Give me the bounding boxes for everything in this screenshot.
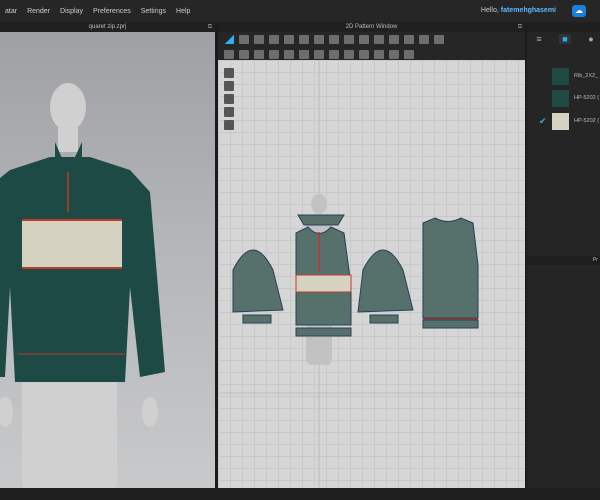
2d-window-title: 2D Pattern Window <box>345 24 398 30</box>
object-browser-panel: ≡ ■ ● Rib_2X2_ HP-5202 ( ✔ HP-5202 ( Pr <box>527 22 600 488</box>
menu-avatar[interactable]: atar <box>0 8 22 15</box>
back-body <box>422 217 479 319</box>
3d-garment-window: quaret zip.zprj ⧉ <box>0 22 215 492</box>
cuff-left <box>242 314 272 324</box>
sleeve-right <box>357 249 414 313</box>
2d-pattern-window: 2D Pattern Window ⧉ <box>218 22 525 488</box>
property-editor-header: Pr <box>527 256 600 265</box>
fabric-swatch <box>552 89 569 107</box>
edit-point-tool[interactable] <box>239 35 249 44</box>
edit-sewing-tool[interactable] <box>254 50 264 59</box>
menu-bar: atar Render Display Preferences Settings… <box>0 0 600 22</box>
check-icon[interactable]: ✔ <box>539 116 547 127</box>
avatar-with-garment <box>0 83 165 492</box>
property-editor-title: Pr <box>592 257 599 263</box>
cloud-icon[interactable]: ☁ <box>572 5 586 17</box>
fabric-item[interactable]: ✔ HP-5202 ( <box>527 111 600 131</box>
user-greeting[interactable]: Hello, fatemehghasemi <box>481 7 556 14</box>
pattern-toolbar-row-1 <box>218 32 525 47</box>
3d-window-title-bar: quaret zip.zprj ⧉ <box>0 22 215 32</box>
polygon-tool[interactable] <box>269 35 279 44</box>
pattern-canvas[interactable] <box>218 60 525 488</box>
menu-help[interactable]: Help <box>171 8 195 15</box>
collar <box>297 214 345 226</box>
segment-sewing-tool[interactable] <box>224 50 234 59</box>
pattern-pieces <box>218 60 525 488</box>
menu-display[interactable]: Display <box>55 8 88 15</box>
binding-tool[interactable] <box>374 50 384 59</box>
2d-window-title-bar: 2D Pattern Window ⧉ <box>218 22 525 32</box>
topstitch-tool[interactable] <box>359 50 369 59</box>
back-hem <box>422 319 479 329</box>
rectangle-tool[interactable] <box>284 35 294 44</box>
internal-polygon-tool[interactable] <box>314 35 324 44</box>
buttonhole-tool[interactable] <box>329 50 339 59</box>
sleeve-left <box>232 249 284 313</box>
circle-tool[interactable] <box>299 35 309 44</box>
greeting-text: Hello, <box>480 7 499 14</box>
piping-tool[interactable] <box>389 50 399 59</box>
front-hem <box>295 327 352 337</box>
trace-tool[interactable] <box>329 35 339 44</box>
trim-tool[interactable] <box>404 50 414 59</box>
notch-tool[interactable] <box>389 35 399 44</box>
transform-pattern-tool[interactable] <box>224 35 234 44</box>
tack-tool[interactable] <box>269 50 279 59</box>
fabric-name: Rib_2X2_ <box>574 73 599 79</box>
fabric-list: Rib_2X2_ HP-5202 ( ✔ HP-5202 ( <box>527 44 600 254</box>
object-browser-tabs: ≡ ■ ● <box>527 22 600 46</box>
fabric-item[interactable]: Rib_2X2_ <box>527 66 600 86</box>
fabric-name: HP-5202 ( <box>574 118 600 124</box>
zipper-tool[interactable] <box>344 50 354 59</box>
menu-settings[interactable]: Settings <box>136 8 171 15</box>
button-tool[interactable] <box>314 50 324 59</box>
list-icon[interactable]: ≡ <box>533 34 545 44</box>
fabric-name: HP-5202 ( <box>574 95 600 101</box>
pin-tool[interactable] <box>299 50 309 59</box>
fabric-tab-icon[interactable]: ■ <box>559 34 571 44</box>
button-tab-icon[interactable]: ● <box>585 34 597 44</box>
username[interactable]: fatemehghasemi <box>501 7 556 14</box>
annotation-tool[interactable] <box>419 35 429 44</box>
popout-icon[interactable]: ⧉ <box>518 22 522 32</box>
cuff-right <box>369 314 399 324</box>
measure-tool[interactable] <box>434 35 444 44</box>
menu-preferences[interactable]: Preferences <box>88 8 136 15</box>
dart-tool[interactable] <box>359 35 369 44</box>
fabric-swatch <box>552 112 569 130</box>
3d-viewport[interactable] <box>0 32 215 492</box>
text-tool[interactable] <box>404 35 414 44</box>
edit-curve-tool[interactable] <box>254 35 264 44</box>
status-bar <box>0 488 600 500</box>
free-sewing-tool[interactable] <box>239 50 249 59</box>
fabric-swatch <box>552 67 569 85</box>
cut-tool[interactable] <box>344 35 354 44</box>
fabric-item[interactable]: HP-5202 ( <box>527 88 600 108</box>
popout-icon[interactable]: ⧉ <box>208 22 212 32</box>
pleat-tool[interactable] <box>374 35 384 44</box>
menu-render[interactable]: Render <box>22 8 55 15</box>
sweater <box>0 142 165 382</box>
fold-tool[interactable] <box>284 50 294 59</box>
3d-window-title: quaret zip.zprj <box>88 24 127 30</box>
